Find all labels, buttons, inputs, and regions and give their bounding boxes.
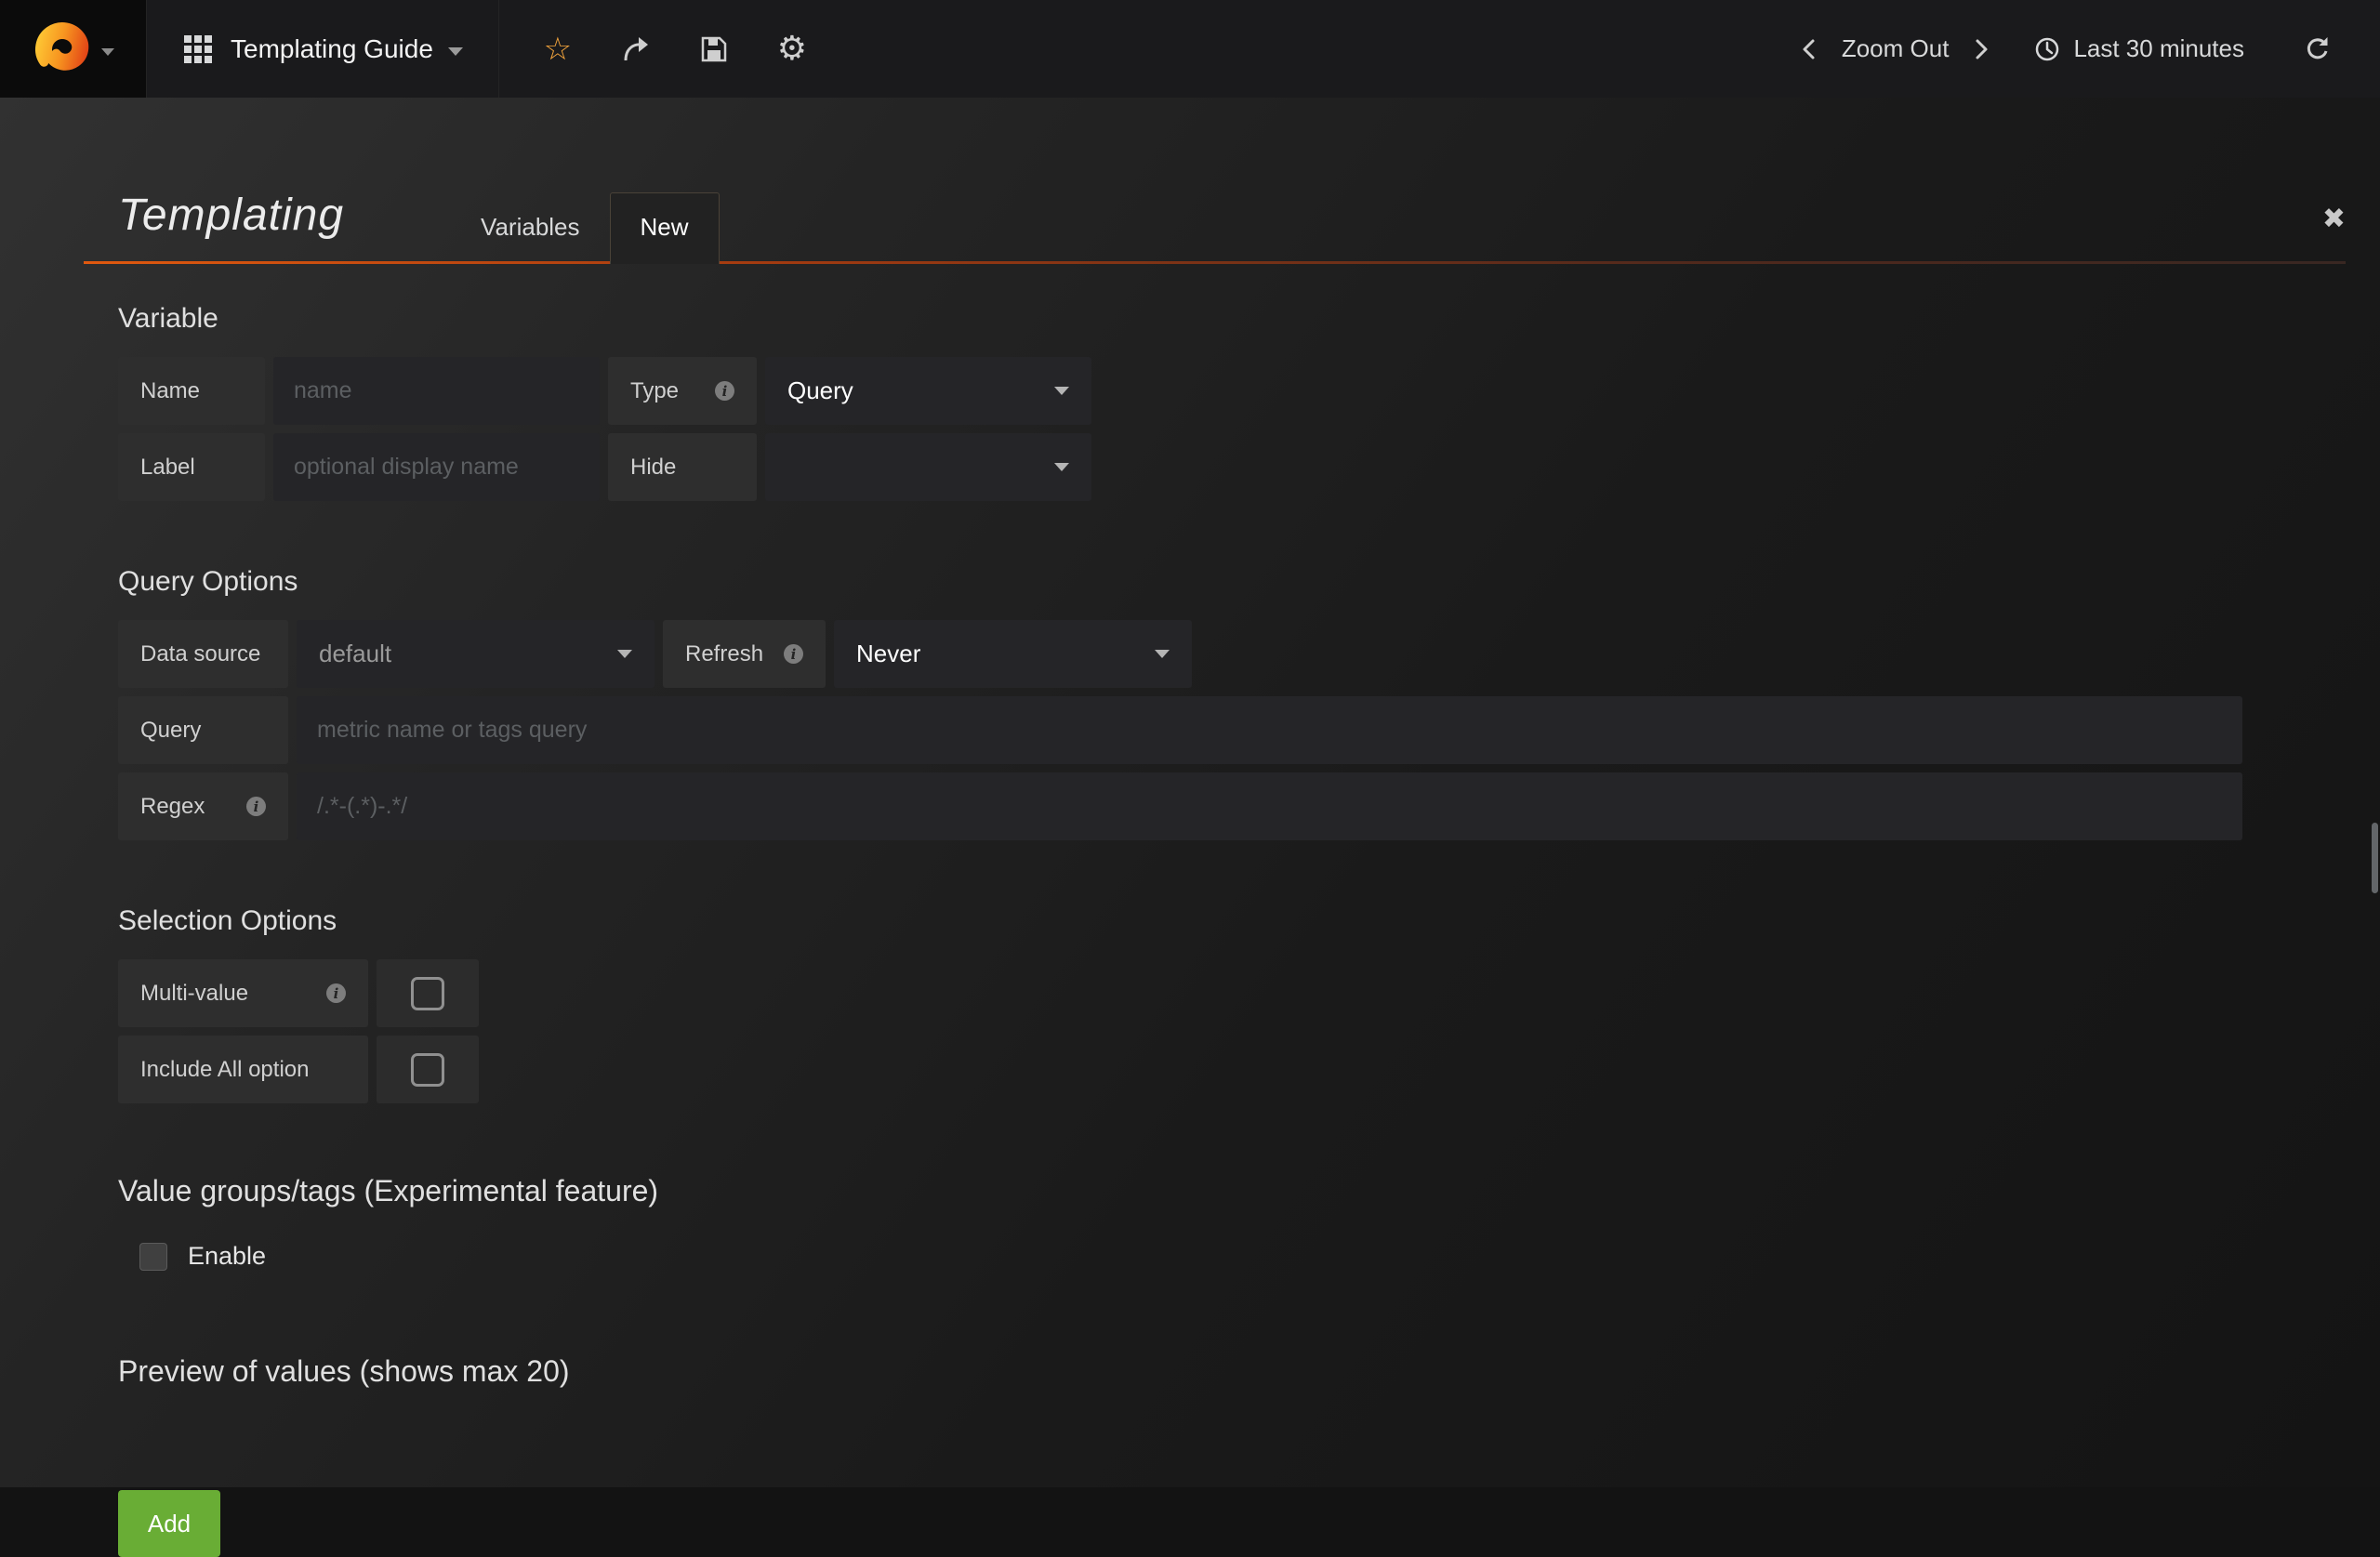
top-navbar: Templating Guide ☆ ⚙ xyxy=(0,0,2380,98)
zoom-out-button[interactable]: Zoom Out xyxy=(1842,34,1950,63)
grafana-menu-button[interactable] xyxy=(0,0,147,98)
include-all-checkbox[interactable] xyxy=(377,1036,479,1103)
refresh-icon xyxy=(2304,35,2332,63)
datasource-select[interactable]: default xyxy=(297,620,654,688)
enable-label: Enable xyxy=(188,1242,266,1271)
chevron-down-icon xyxy=(1054,387,1069,395)
hide-label: Hide xyxy=(608,433,757,501)
checkbox-icon xyxy=(411,977,444,1010)
type-label-text: Type xyxy=(630,378,679,404)
multi-value-label-text: Multi-value xyxy=(140,981,248,1007)
type-label: Type i xyxy=(608,357,757,425)
enable-checkbox[interactable] xyxy=(139,1243,167,1271)
regex-label-text: Regex xyxy=(140,794,205,820)
query-input[interactable] xyxy=(297,696,2242,764)
multi-value-label: Multi-value i xyxy=(118,959,368,1027)
templating-header: Templating Variables New ✖ xyxy=(84,98,2346,264)
add-button[interactable]: Add xyxy=(118,1490,220,1557)
tab-variables[interactable]: Variables xyxy=(451,193,609,261)
time-range-label: Last 30 minutes xyxy=(2073,34,2244,63)
save-button[interactable] xyxy=(698,31,730,68)
selection-options-heading: Selection Options xyxy=(118,905,2242,937)
include-all-row: Include All option xyxy=(118,1036,2242,1103)
value-groups-heading: Value groups/tags (Experimental feature) xyxy=(118,1174,2242,1208)
chevron-down-icon xyxy=(101,48,114,56)
variable-label-input[interactable] xyxy=(273,433,600,501)
refresh-button[interactable] xyxy=(2304,35,2332,63)
chevron-down-icon xyxy=(1155,650,1170,658)
variable-section-heading: Variable xyxy=(118,303,2242,335)
tab-new[interactable]: New xyxy=(610,192,720,264)
variable-editor: Variable Name Type i Query Label Hide Qu… xyxy=(118,303,2242,1557)
chevron-left-icon xyxy=(1801,38,1816,60)
datasource-row: Data source default Refresh i Never xyxy=(118,620,2242,688)
zoom-controls: Zoom Out xyxy=(1801,34,1990,63)
type-select-value: Query xyxy=(787,376,853,405)
datasource-select-value: default xyxy=(319,640,391,668)
info-icon: i xyxy=(715,381,734,401)
info-icon: i xyxy=(326,983,346,1003)
navbar-actions: ☆ ⚙ xyxy=(499,0,851,98)
chevron-right-icon xyxy=(1975,38,1990,60)
refresh-label-text: Refresh xyxy=(685,641,763,667)
dashboard-grid-icon xyxy=(184,35,212,63)
navbar-timepicker: Zoom Out Last 30 minutes xyxy=(1801,0,2380,98)
chevron-down-icon xyxy=(1054,463,1069,471)
variable-name-row: Name Type i Query xyxy=(118,357,2242,425)
query-label: Query xyxy=(118,696,288,764)
share-icon xyxy=(621,35,651,63)
clock-icon xyxy=(2034,36,2060,62)
page-title: Templating xyxy=(118,190,344,241)
query-options-heading: Query Options xyxy=(118,566,2242,598)
scrollbar-thumb[interactable] xyxy=(2372,823,2378,893)
dashboard-title: Templating Guide xyxy=(231,34,433,64)
star-icon: ☆ xyxy=(544,33,572,65)
enable-row: Enable xyxy=(139,1242,2242,1271)
query-row: Query xyxy=(118,696,2242,764)
chevron-down-icon xyxy=(448,47,463,56)
share-button[interactable] xyxy=(620,31,652,68)
variable-label-row: Label Hide xyxy=(118,433,2242,501)
preview-heading: Preview of values (shows max 20) xyxy=(118,1354,2242,1389)
dashboard-title-button[interactable]: Templating Guide xyxy=(147,0,499,98)
info-icon: i xyxy=(246,797,266,816)
time-shift-left-button[interactable] xyxy=(1801,38,1816,60)
star-button[interactable]: ☆ xyxy=(542,31,574,68)
settings-button[interactable]: ⚙ xyxy=(776,31,808,68)
time-shift-right-button[interactable] xyxy=(1975,38,1990,60)
name-label: Name xyxy=(118,357,265,425)
gear-icon: ⚙ xyxy=(777,33,807,66)
regex-row: Regex i xyxy=(118,772,2242,840)
regex-input[interactable] xyxy=(297,772,2242,840)
multi-value-row: Multi-value i xyxy=(118,959,2242,1027)
variable-name-input[interactable] xyxy=(273,357,600,425)
close-icon[interactable]: ✖ xyxy=(2322,205,2346,233)
type-select[interactable]: Query xyxy=(765,357,1091,425)
grafana-logo-icon xyxy=(20,7,103,90)
refresh-select[interactable]: Never xyxy=(834,620,1192,688)
refresh-label: Refresh i xyxy=(663,620,826,688)
multi-value-checkbox[interactable] xyxy=(377,959,479,1027)
save-icon xyxy=(700,35,728,63)
hide-select[interactable] xyxy=(765,433,1091,501)
chevron-down-icon xyxy=(617,650,632,658)
info-icon: i xyxy=(784,644,803,664)
time-range-button[interactable]: Last 30 minutes xyxy=(2034,34,2244,63)
include-all-label: Include All option xyxy=(118,1036,368,1103)
refresh-select-value: Never xyxy=(856,640,920,668)
dashboard-edit-view: Templating Variables New ✖ Variable Name… xyxy=(0,98,2380,1487)
regex-label: Regex i xyxy=(118,772,288,840)
checkbox-icon xyxy=(411,1053,444,1087)
datasource-label: Data source xyxy=(118,620,288,688)
templating-tabs: Variables New xyxy=(451,192,719,261)
label-label: Label xyxy=(118,433,265,501)
